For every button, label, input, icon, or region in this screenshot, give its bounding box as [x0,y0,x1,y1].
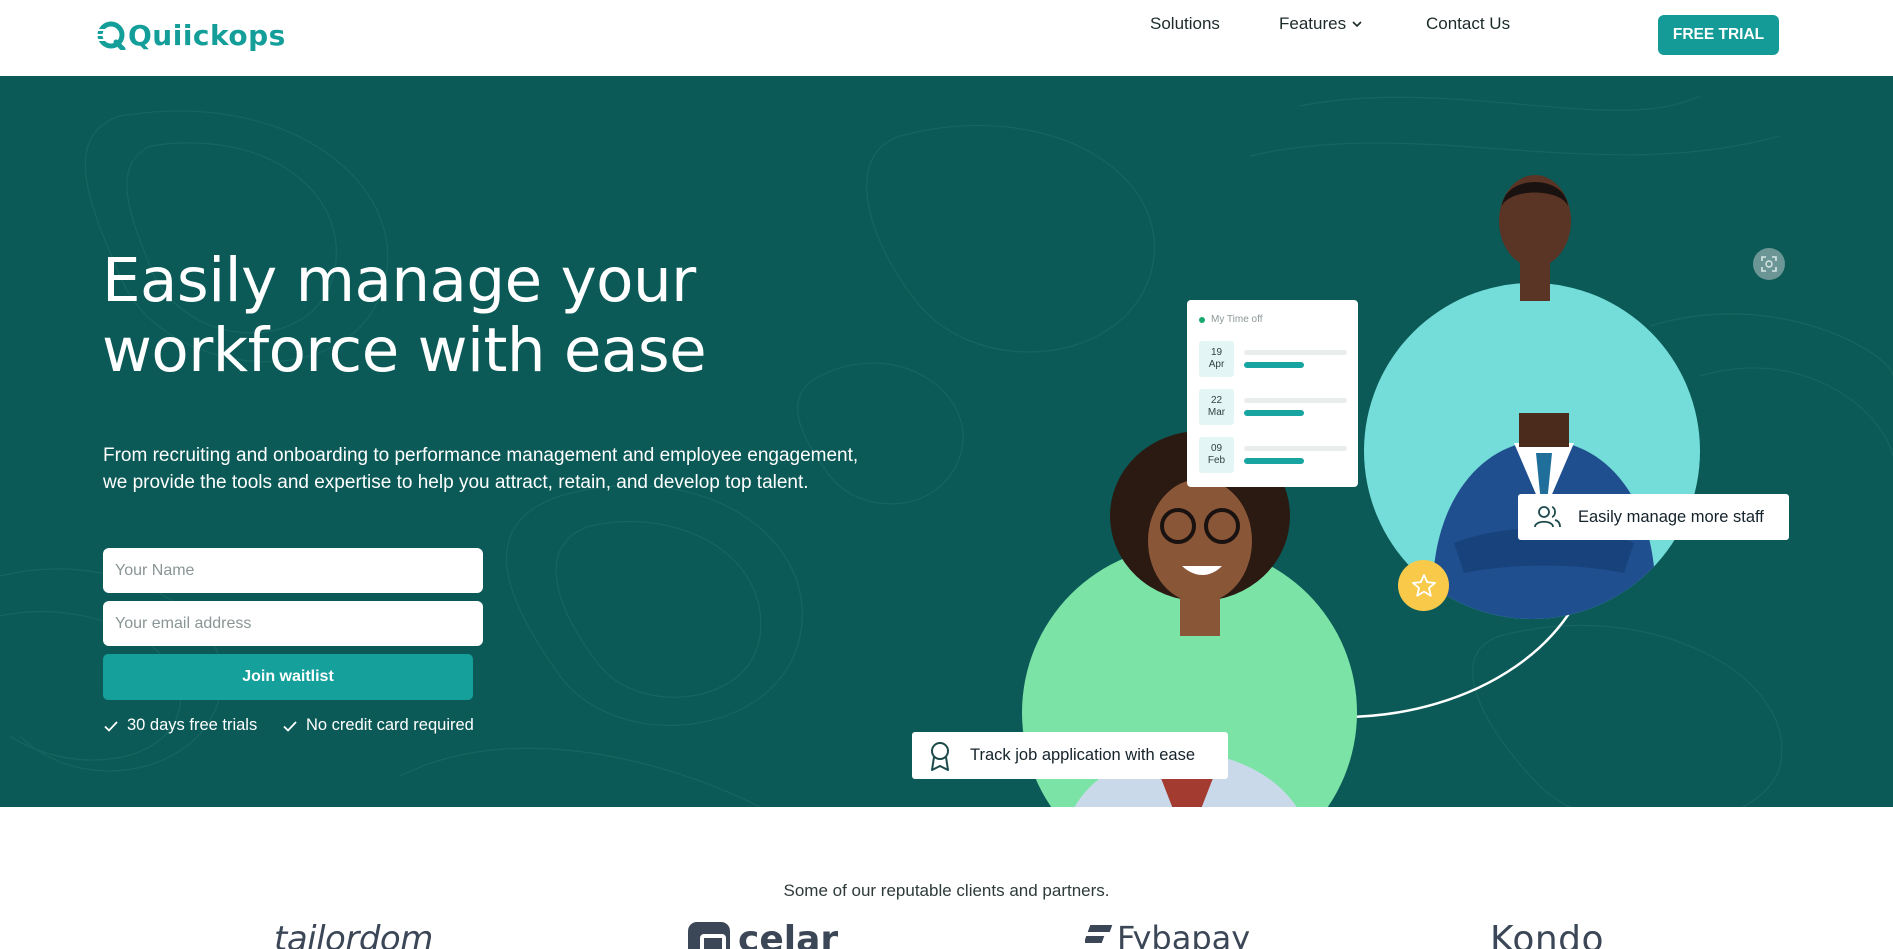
hero-title: Easily manage your workforce with ease [102,246,822,386]
manage-staff-pill: Easily manage more staff [1518,494,1789,540]
nav-contact-us[interactable]: Contact Us [1426,14,1510,34]
progress-fill [1244,410,1304,416]
partner-logo-text: Fybapay [1117,919,1251,949]
partner-logo-celar: celar [688,919,838,949]
time-off-title: My Time off [1211,314,1263,325]
nav-features-label: Features [1279,14,1347,33]
logo-text: Quiickops [128,18,286,52]
nav-features-dropdown[interactable]: Features [1279,14,1364,34]
perk-free-trial-label: 30 days free trials [127,716,258,734]
partner-logo-text: celar [738,919,839,949]
join-waitlist-button[interactable]: Join waitlist [103,654,473,700]
nav-solutions-label: Solutions [1150,14,1220,33]
date-day: 09 [1210,443,1223,454]
hero-subtitle: From recruiting and onboarding to perfor… [103,445,859,493]
check-icon [104,720,118,732]
partners-heading: Some of our reputable clients and partne… [783,881,1110,900]
nav-solutions[interactable]: Solutions [1150,14,1220,34]
top-navbar: Quiickops Solutions Features Contact Us … [0,0,1893,76]
hero-title-line-1: Easily manage your [102,245,696,316]
progress-track [1244,446,1347,451]
date-badge: 22 Mar [1199,389,1234,425]
partner-logo-text: Kondo [1490,919,1605,949]
hero-section: Easily manage your workforce with ease F… [0,76,1893,807]
logo[interactable]: Quiickops [96,16,286,54]
fybapay-mark-icon [1085,919,1111,949]
users-icon [1534,506,1561,528]
date-badge: 09 Feb [1199,437,1234,473]
free-trial-button[interactable]: FREE TRIAL [1658,15,1779,55]
focus-icon[interactable] [1753,248,1785,280]
partner-logo-tailordom: tailordom [274,919,433,949]
status-dot [1199,316,1205,323]
check-icon [283,720,297,732]
perk-no-card-label: No credit card required [306,716,474,734]
time-off-header: My Time off [1199,314,1263,325]
date-month: Feb [1207,455,1226,466]
star-icon [1411,573,1436,597]
date-month: Apr [1208,359,1225,370]
date-badge: 19 Apr [1199,341,1234,377]
date-day: 22 [1210,395,1223,406]
track-application-pill: Track job application with ease [912,732,1228,779]
date-month: Mar [1207,407,1226,418]
star-badge [1398,560,1449,611]
perk-no-card: No credit card required [282,716,474,735]
award-icon [931,741,949,771]
name-input[interactable] [103,548,483,593]
man-head [1499,175,1571,301]
perk-free-trial: 30 days free trials [103,716,257,735]
manage-staff-label: Easily manage more staff [1578,507,1764,526]
track-application-label: Track job application with ease [970,746,1196,764]
celar-mark-icon [688,922,730,949]
partner-logo-kondo: Kondo [1490,919,1604,949]
time-off-card: My Time off 19 Apr 22 Mar 09 Feb [1187,300,1358,487]
email-input[interactable] [103,601,483,646]
partner-logo-text: tailordom [274,919,433,949]
progress-track [1244,398,1347,403]
logo-mark-icon [96,20,126,52]
nav-contact-label: Contact Us [1426,14,1511,33]
chevron-down-icon [1352,21,1362,28]
progress-fill [1244,458,1304,464]
hero-title-line-2: workforce with ease [102,315,707,386]
partner-logo-fybapay: Fybapay [1085,919,1250,949]
date-day: 19 [1210,347,1223,358]
progress-fill [1244,362,1304,368]
progress-track [1244,350,1347,355]
